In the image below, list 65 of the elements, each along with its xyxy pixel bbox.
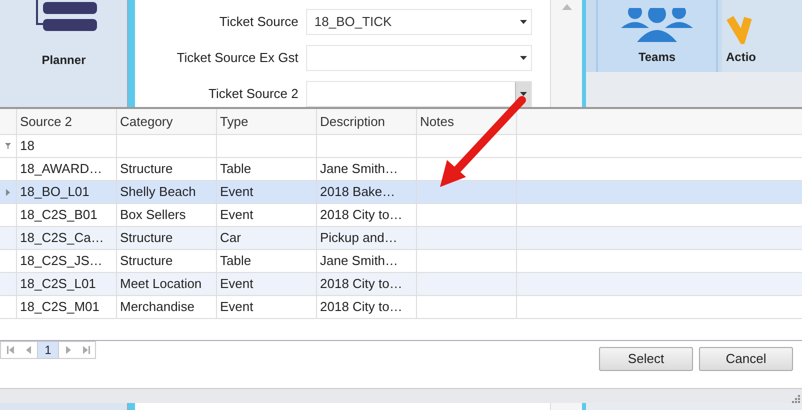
dropdown-field[interactable]	[306, 81, 532, 107]
next-page-icon[interactable]	[64, 346, 72, 354]
check-icon	[726, 14, 752, 44]
previous-page-icon[interactable]	[24, 346, 32, 354]
table-cell: Pickup and…	[317, 227, 417, 249]
table-row[interactable]: 18_C2S_B01 Box Sellers Event 2018 City to…	[0, 204, 802, 227]
table-cell: Event	[217, 296, 317, 318]
table-cell: 2018 Bake…	[317, 181, 417, 203]
tile-button[interactable]: Actio	[722, 0, 802, 72]
table-cell: Meet Location	[117, 273, 217, 295]
resize-grip-icon[interactable]	[792, 395, 800, 403]
table-row[interactable]: 18_C2S_L01 Meet Location Event 2018 City to…	[0, 273, 802, 296]
filter-field[interactable]: 18	[17, 135, 117, 157]
caret-icon	[520, 92, 528, 96]
caret-icon	[520, 20, 527, 24]
filter-icon	[5, 143, 11, 149]
first-page-icon[interactable]	[6, 346, 14, 354]
column-header[interactable]: Source 2	[17, 109, 117, 134]
table-cell: 18_C2S_L01	[17, 273, 117, 295]
table-row[interactable]: 18_BO_L01 Shelly Beach Event 2018 Bake…	[0, 181, 802, 204]
last-page-icon[interactable]	[82, 346, 90, 354]
table-cell: Car	[217, 227, 317, 249]
table-row[interactable]: 18_C2S_Ca… Structure Car Pickup and…	[0, 227, 802, 250]
field-label: Ticket Source	[218, 13, 300, 32]
table-cell: Shelly Beach	[117, 181, 217, 203]
table-cell: 18_BO_L01	[17, 181, 117, 203]
table-cell: Event	[217, 181, 317, 203]
table-cell: Event	[217, 273, 317, 295]
table-cell: Structure	[117, 250, 217, 272]
page-button[interactable]: 1	[37, 342, 59, 358]
dialog-button[interactable]: Cancel	[699, 346, 793, 371]
table-cell: Table	[217, 158, 317, 180]
dropdown-field[interactable]	[306, 45, 532, 71]
table-cell: 18_C2S_Ca…	[17, 227, 117, 249]
column-header[interactable]: Type	[217, 109, 317, 134]
scroll-up-icon[interactable]	[562, 4, 572, 10]
table-cell: Merchandise	[117, 296, 217, 318]
tile-button[interactable]: Teams	[596, 0, 718, 72]
table-cell: Event	[217, 204, 317, 226]
table-cell: Structure	[117, 158, 217, 180]
caret-icon	[520, 56, 527, 60]
column-header[interactable]: Description	[317, 109, 417, 134]
planner-label[interactable]: Planner	[42, 51, 86, 69]
table-cell: 18_AWARD…	[17, 158, 117, 180]
table-cell: Structure	[117, 227, 217, 249]
dialog-button[interactable]: Select	[599, 346, 693, 371]
column-header[interactable]: Notes	[417, 109, 517, 134]
field-label: Ticket Source Ex Gst	[176, 49, 300, 68]
table-cell: Table	[217, 250, 317, 272]
table-cell: 18_C2S_M01	[17, 296, 117, 318]
table-cell: Jane Smith…	[317, 158, 417, 180]
table-row[interactable]: 18_C2S_JS… Structure Table Jane Smith…	[0, 250, 802, 273]
table-cell: 2018 City to…	[317, 204, 417, 226]
table-row[interactable]: 18_AWARD… Structure Table Jane Smith…	[0, 158, 802, 181]
field-label: Ticket Source 2	[208, 85, 300, 104]
table-cell: Box Sellers	[117, 204, 217, 226]
current-row-icon	[6, 188, 10, 196]
column-header[interactable]: Category	[117, 109, 217, 134]
table-row[interactable]: 18_C2S_M01 Merchandise Event 2018 City to…	[0, 296, 802, 319]
table-cell: 18_C2S_JS…	[17, 250, 117, 272]
table-cell: 2018 City to…	[317, 273, 417, 295]
table-cell: Jane Smith…	[317, 250, 417, 272]
dropdown-field[interactable]: 18_BO_TICK	[306, 9, 532, 35]
table-cell: 18_C2S_B01	[17, 204, 117, 226]
table-cell: 2018 City to…	[317, 296, 417, 318]
